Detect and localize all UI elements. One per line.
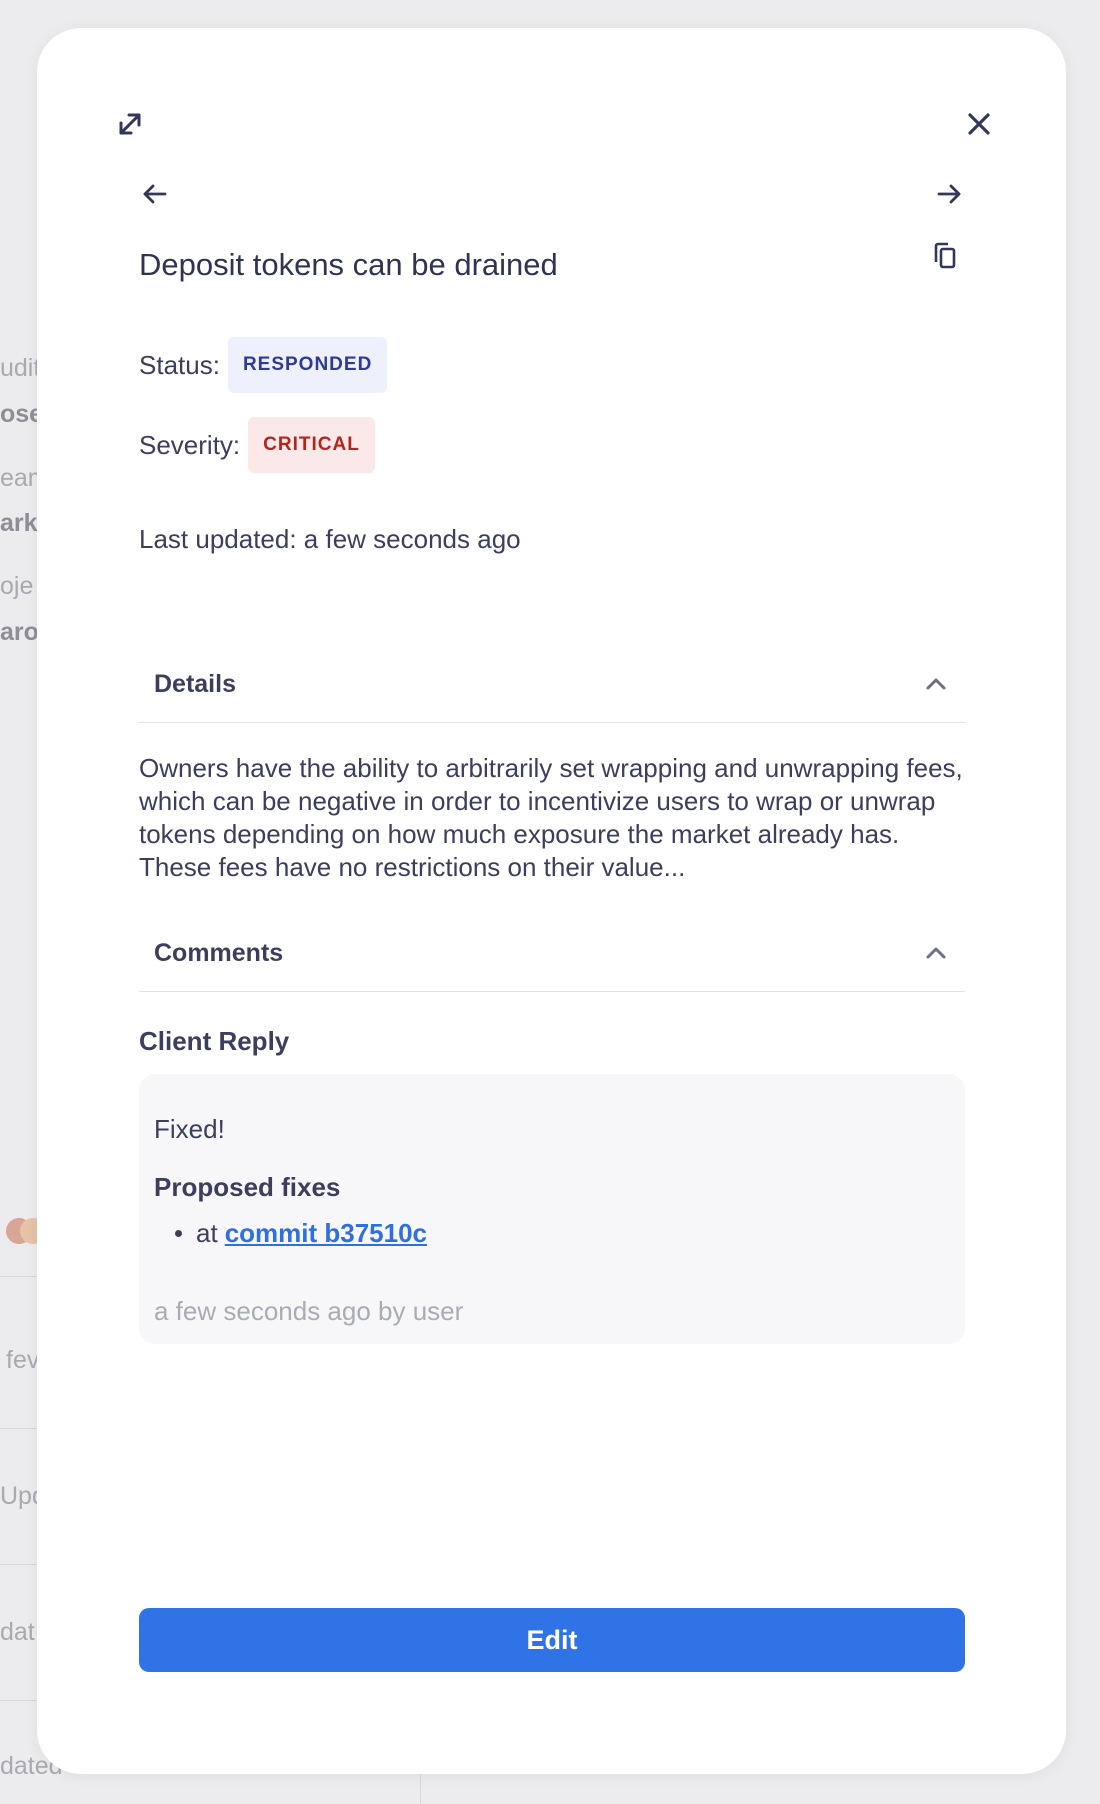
status-label: Status: bbox=[139, 349, 220, 380]
bg-text-fragment: dat bbox=[0, 1618, 35, 1646]
bg-text-fragment: fev bbox=[6, 1346, 40, 1374]
expand-icon bbox=[119, 113, 141, 135]
previous-finding-button[interactable] bbox=[135, 174, 175, 214]
comment-card: Fixed! Proposed fixes at commit b37510c … bbox=[139, 1074, 965, 1344]
divider bbox=[0, 1564, 38, 1565]
finding-detail-modal: Deposit tokens can be drained Status: RE… bbox=[37, 28, 1066, 1774]
list-item: at commit b37510c bbox=[175, 1218, 427, 1249]
status-badge: RESPONDED bbox=[227, 337, 388, 393]
bg-text-fragment: udit bbox=[0, 354, 41, 382]
fix-prefix: at bbox=[196, 1218, 218, 1248]
client-reply-title: Client Reply bbox=[139, 1026, 290, 1056]
chevron-up-icon bbox=[926, 947, 946, 959]
details-section-toggle[interactable]: Details bbox=[139, 646, 965, 723]
comments-header: Comments bbox=[154, 938, 284, 967]
divider bbox=[0, 1276, 38, 1277]
status-row: Status: RESPONDED bbox=[139, 337, 388, 393]
divider bbox=[0, 1428, 38, 1429]
divider bbox=[0, 1700, 38, 1701]
arrow-left-icon bbox=[143, 184, 167, 204]
bg-text-fragment: aro bbox=[0, 618, 39, 646]
bullet-icon bbox=[175, 1230, 182, 1237]
severity-row: Severity: CRITICAL bbox=[139, 417, 375, 473]
expand-button[interactable] bbox=[108, 102, 152, 146]
bg-text-fragment: oje bbox=[0, 572, 34, 600]
details-header: Details bbox=[154, 669, 236, 698]
chevron-up-icon bbox=[926, 678, 946, 690]
comments-section-toggle[interactable]: Comments bbox=[139, 915, 965, 992]
details-text: Owners have the ability to arbitrarily s… bbox=[139, 753, 963, 882]
last-updated-text: Last updated: a few seconds ago bbox=[139, 524, 521, 554]
copy-icon bbox=[934, 242, 956, 269]
proposed-fixes-title: Proposed fixes bbox=[154, 1172, 341, 1202]
finding-title: Deposit tokens can be drained bbox=[139, 247, 558, 282]
severity-label: Severity: bbox=[139, 429, 241, 460]
comment-text: Fixed! bbox=[154, 1114, 225, 1144]
edit-button[interactable]: Edit bbox=[139, 1608, 965, 1672]
close-button[interactable] bbox=[957, 102, 1001, 146]
arrow-right-icon bbox=[937, 184, 961, 204]
close-icon bbox=[968, 113, 990, 135]
bg-text-fragment: ark bbox=[0, 509, 38, 537]
next-finding-button[interactable] bbox=[929, 174, 969, 214]
comment-meta: a few seconds ago by user bbox=[154, 1296, 464, 1326]
commit-link[interactable]: commit b37510c bbox=[225, 1218, 427, 1249]
severity-badge: CRITICAL bbox=[248, 417, 375, 473]
copy-button[interactable] bbox=[925, 236, 965, 276]
